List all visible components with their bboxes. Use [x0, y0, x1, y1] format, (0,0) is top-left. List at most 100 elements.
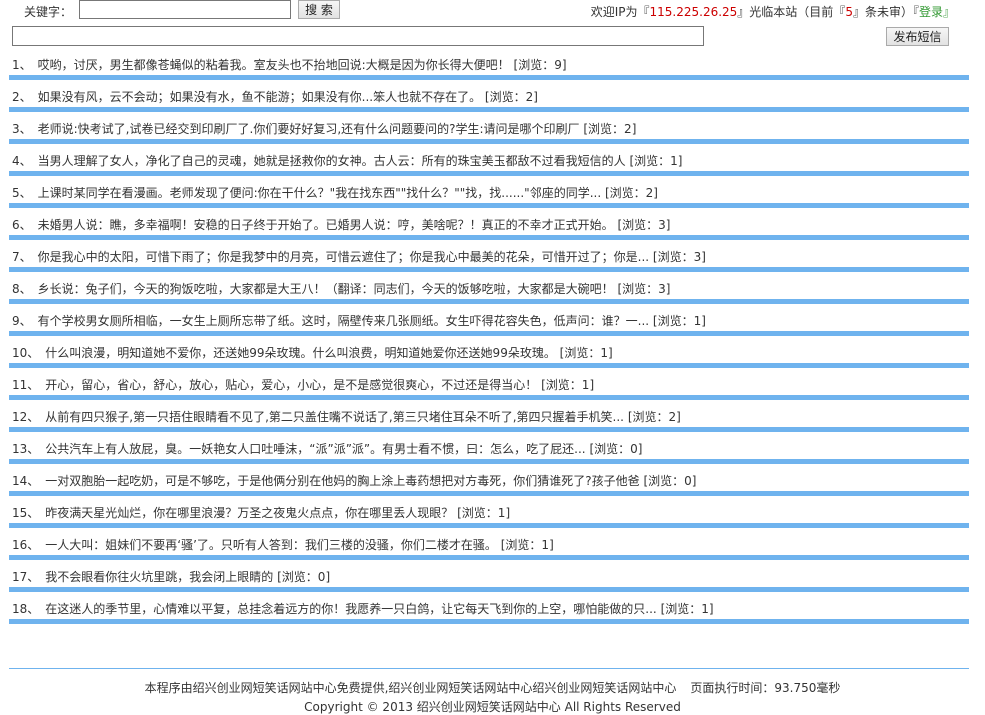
- joke-link[interactable]: 在这迷人的季节里，心情难以平复，总挂念着远方的你！我愿养一只白鸽，让它每天飞到你…: [45, 602, 656, 616]
- joke-text-line: 10、 什么叫浪漫，明知道她不爱你，还送她99朵玫瑰。什么叫浪费，明知道她爱你还送…: [12, 344, 613, 361]
- item-number: 1、: [12, 58, 32, 72]
- item-number: 2、: [12, 90, 32, 104]
- joke-item: 7、 你是我心中的太阳，可惜下雨了；你是我梦中的月亮，可惜云遮住了；你是我心中最美…: [9, 246, 969, 278]
- login-link[interactable]: 登录: [919, 5, 943, 19]
- joke-link[interactable]: 一对双胞胎一起吃奶，可是不够吃，于是他俩分别在他妈的胸上涂上毒药想把对方毒死，你…: [45, 474, 639, 488]
- joke-link[interactable]: 昨夜满天星光灿烂，你在哪里浪漫？万圣之夜鬼火点点，你在哪里丢人现眼？: [45, 506, 453, 520]
- joke-link[interactable]: 乡长说：兔子们，今天的狗饭吃啦，大家都是大王八！（翻译：同志们，今天的饭够吃啦，…: [38, 282, 614, 296]
- joke-link[interactable]: 从前有四只猴子,第一只捂住眼睛看不见了,第二只盖住嘴不说话了,第三只堵住耳朵不听…: [45, 410, 624, 424]
- joke-text-line: 5、 上课时某同学在看漫画。老师发现了便问:你在干什么？"我在找东西""找什么？"…: [12, 184, 658, 201]
- joke-link[interactable]: 未婚男人说：瞧，多幸福啊！安稳的日子终于开始了。已婚男人说：哼，美啥呢？！真正的…: [38, 218, 614, 232]
- row-separator-bar: [9, 427, 969, 432]
- row-separator-bar: [9, 235, 969, 240]
- joke-text-line: 11、 开心，留心，省心，舒心，放心，贴心，爱心，小心，是不是感觉很爽心，不过还是…: [12, 376, 594, 393]
- view-count: [浏览：3]: [617, 218, 671, 232]
- footer-provided-by: 本程序由绍兴创业网短笑话网站中心免费提供,绍兴创业网短笑话网站中心绍兴创业网短笑…: [144, 681, 677, 695]
- item-number: 10、: [12, 346, 40, 360]
- joke-item: 6、 未婚男人说：瞧，多幸福啊！安稳的日子终于开始了。已婚男人说：哼，美啥呢？！真…: [9, 214, 969, 246]
- welcome-suffix: 』条未审）『: [852, 5, 919, 19]
- view-count: [浏览：3]: [617, 282, 671, 296]
- joke-text-line: 12、 从前有四只猴子,第一只捂住眼睛看不见了,第二只盖住嘴不说话了,第三只堵住耳…: [12, 408, 681, 425]
- welcome-mid: 』光临本站（目前『: [737, 5, 846, 19]
- item-number: 5、: [12, 186, 32, 200]
- search-button[interactable]: 搜 索: [298, 0, 340, 19]
- view-count: [浏览：3]: [652, 250, 706, 264]
- joke-link[interactable]: 开心，留心，省心，舒心，放心，贴心，爱心，小心，是不是感觉很爽心，不过还是得当心…: [45, 378, 537, 392]
- view-count: [浏览：9]: [513, 58, 567, 72]
- joke-text-line: 2、 如果没有风，云不会动；如果没有水，鱼不能游；如果没有你...笨人也就不存在了…: [12, 88, 538, 105]
- joke-text-line: 13、 公共汽车上有人放屁，臭。一妖艳女人口吐唾沫，“派”派”派”。有男士看不惯，…: [12, 440, 642, 457]
- joke-text-line: 8、 乡长说：兔子们，今天的狗饭吃啦，大家都是大王八！（翻译：同志们，今天的饭够吃…: [12, 280, 670, 297]
- joke-link[interactable]: 如果没有风，云不会动；如果没有水，鱼不能游；如果没有你...笨人也就不存在了。: [38, 90, 481, 104]
- footer-exec-time: 页面执行时间：93.750毫秒: [690, 681, 841, 695]
- joke-item: 11、 开心，留心，省心，舒心，放心，贴心，爱心，小心，是不是感觉很爽心，不过还是…: [9, 374, 969, 406]
- row-separator-bar: [9, 491, 969, 496]
- joke-text-line: 14、 一对双胞胎一起吃奶，可是不够吃，于是他俩分别在他妈的胸上涂上毒药想把对方毒…: [12, 472, 696, 489]
- row-separator-bar: [9, 459, 969, 464]
- joke-text-line: 3、 老师说:快考试了,试卷已经交到印刷厂了.你们要好好复习,还有什么问题要问的?…: [12, 120, 636, 137]
- joke-item: 3、 老师说:快考试了,试卷已经交到印刷厂了.你们要好好复习,还有什么问题要问的?…: [9, 118, 969, 150]
- view-count: [浏览：1]: [457, 506, 511, 520]
- row-separator-bar: [9, 331, 969, 336]
- joke-text-line: 17、 我不会眼看你往火坑里跳，我会闭上眼睛的 [浏览：0]: [12, 568, 330, 585]
- welcome-end: 』: [942, 5, 955, 19]
- keyword-label: 关键字：: [24, 5, 73, 19]
- item-number: 9、: [12, 314, 32, 328]
- row-separator-bar: [9, 107, 969, 112]
- row-separator-bar: [9, 523, 969, 528]
- view-count: [浏览：0]: [589, 442, 643, 456]
- item-number: 18、: [12, 602, 40, 616]
- joke-link[interactable]: 哎哟，讨厌，男生都像苍蝇似的粘着我。室友头也不抬地回说:大概是因为你长得大便吧！: [38, 58, 510, 72]
- joke-link[interactable]: 你是我心中的太阳，可惜下雨了；你是我梦中的月亮，可惜云遮住了；你是我心中最美的花…: [38, 250, 649, 264]
- joke-text-line: 4、 当男人理解了女人，净化了自己的灵魂，她就是拯救你的女神。古人云：所有的珠宝美…: [12, 152, 682, 169]
- row-separator-bar: [9, 555, 969, 560]
- joke-text-line: 18、 在这迷人的季节里，心情难以平复，总挂念着远方的你！我愿养一只白鸽，让它每天…: [12, 600, 714, 617]
- keyword-input[interactable]: [79, 0, 291, 19]
- joke-link[interactable]: 当男人理解了女人，净化了自己的灵魂，她就是拯救你的女神。古人云：所有的珠宝美玉都…: [38, 154, 626, 168]
- item-number: 6、: [12, 218, 32, 232]
- joke-item: 10、 什么叫浪漫，明知道她不爱你，还送她99朵玫瑰。什么叫浪费，明知道她爱你还送…: [9, 342, 969, 374]
- joke-item: 17、 我不会眼看你往火坑里跳，我会闭上眼睛的 [浏览：0]: [9, 566, 969, 598]
- item-number: 4、: [12, 154, 32, 168]
- joke-link[interactable]: 老师说:快考试了,试卷已经交到印刷厂了.你们要好好复习,还有什么问题要问的?学生…: [38, 122, 580, 136]
- footer-copyright: Copyright © 2013 绍兴创业网短笑话网站中心 All Rights…: [304, 700, 681, 714]
- joke-link[interactable]: 上课时某同学在看漫画。老师发现了便问:你在干什么？"我在找东西""找什么？""找…: [38, 186, 602, 200]
- pending-count: 5: [845, 5, 853, 19]
- row-separator-bar: [9, 299, 969, 304]
- row-separator-bar: [9, 203, 969, 208]
- top-bar: 关键字： 搜 索 欢迎IP为『115.225.26.25』光临本站（目前『5』条…: [0, 0, 985, 22]
- view-count: [浏览：2]: [484, 90, 538, 104]
- joke-text-line: 7、 你是我心中的太阳，可惜下雨了；你是我梦中的月亮，可惜云遮住了；你是我心中最美…: [12, 248, 706, 265]
- joke-link[interactable]: 公共汽车上有人放屁，臭。一妖艳女人口吐唾沫，“派”派”派”。有男士看不惯，曰：怎…: [45, 442, 585, 456]
- footer-info: 本程序由绍兴创业网短笑话网站中心免费提供,绍兴创业网短笑话网站中心绍兴创业网短笑…: [0, 679, 985, 696]
- row-separator-bar: [9, 587, 969, 592]
- post-message-button[interactable]: 发布短信: [886, 27, 949, 46]
- joke-item: 8、 乡长说：兔子们，今天的狗饭吃啦，大家都是大王八！（翻译：同志们，今天的饭够吃…: [9, 278, 969, 310]
- item-number: 11、: [12, 378, 40, 392]
- joke-item: 1、 哎哟，讨厌，男生都像苍蝇似的粘着我。室友头也不抬地回说:大概是因为你长得大便…: [9, 54, 969, 86]
- view-count: [浏览：1]: [652, 314, 706, 328]
- footer-divider: [9, 668, 969, 669]
- item-number: 3、: [12, 122, 32, 136]
- item-number: 16、: [12, 538, 40, 552]
- joke-link[interactable]: 我不会眼看你往火坑里跳，我会闭上眼睛的: [45, 570, 273, 584]
- message-textarea[interactable]: [12, 26, 704, 46]
- joke-link[interactable]: 什么叫浪漫，明知道她不爱你，还送她99朵玫瑰。什么叫浪费，明知道她爱你还送她99…: [45, 346, 556, 360]
- joke-link[interactable]: 有个学校男女厕所相临，一女生上厕所忘带了纸。这时，隔壁传来几张厕纸。女生吓得花容…: [38, 314, 649, 328]
- view-count: [浏览：2]: [604, 186, 658, 200]
- view-count: [浏览：1]: [629, 154, 683, 168]
- row-separator-bar: [9, 171, 969, 176]
- view-count: [浏览：1]: [559, 346, 613, 360]
- joke-text-line: 9、 有个学校男女厕所相临，一女生上厕所忘带了纸。这时，隔壁传来几张厕纸。女生吓得…: [12, 312, 706, 329]
- joke-link[interactable]: 一人大叫：姐妹们不要再‘骚’了。只听有人答到：我们三楼的没骚，你们二楼才在骚。: [45, 538, 497, 552]
- joke-text-line: 6、 未婚男人说：瞧，多幸福啊！安稳的日子终于开始了。已婚男人说：哼，美啥呢？！真…: [12, 216, 670, 233]
- row-separator-bar: [9, 75, 969, 80]
- joke-item: 18、 在这迷人的季节里，心情难以平复，总挂念着远方的你！我愿养一只白鸽，让它每天…: [9, 598, 969, 630]
- joke-text-line: 15、 昨夜满天星光灿烂，你在哪里浪漫？万圣之夜鬼火点点，你在哪里丢人现眼？ [浏…: [12, 504, 510, 521]
- view-count: [浏览：0]: [277, 570, 331, 584]
- view-count: [浏览：0]: [643, 474, 697, 488]
- joke-item: 15、 昨夜满天星光灿烂，你在哪里浪漫？万圣之夜鬼火点点，你在哪里丢人现眼？ [浏…: [9, 502, 969, 534]
- joke-item: 9、 有个学校男女厕所相临，一女生上厕所忘带了纸。这时，隔壁传来几张厕纸。女生吓得…: [9, 310, 969, 342]
- row-separator-bar: [9, 619, 969, 624]
- joke-text-line: 16、 一人大叫：姐妹们不要再‘骚’了。只听有人答到：我们三楼的没骚，你们二楼才在…: [12, 536, 554, 553]
